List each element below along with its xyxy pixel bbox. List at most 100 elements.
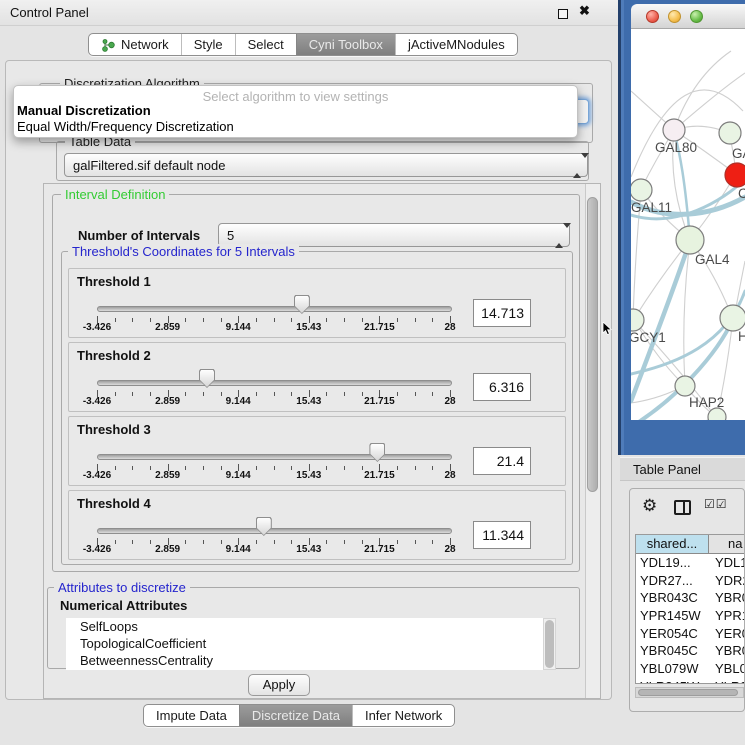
table-row[interactable]: YLR345WYLR345W	[636, 678, 744, 684]
threshold-2-value-input[interactable]: 6.316	[473, 373, 531, 401]
table-row[interactable]: YDR27...YDR27...	[636, 572, 744, 590]
tick-label: -3.426	[83, 544, 111, 555]
tab-network[interactable]: Network	[89, 34, 181, 55]
node-ga[interactable]	[719, 122, 741, 144]
tab-label: jActiveMNodules	[408, 37, 505, 52]
tab-cyni-toolbox[interactable]: Cyni Toolbox	[296, 34, 395, 55]
cell-shared-name[interactable]: YER054C	[636, 625, 709, 643]
edge[interactable]	[674, 51, 731, 130]
attribute-item[interactable]: BetweennessCentrality	[66, 652, 543, 669]
slider-track[interactable]	[97, 454, 452, 460]
slider-tick	[256, 392, 257, 396]
node[interactable]	[708, 408, 726, 420]
scrollbar-thumb[interactable]	[587, 197, 598, 492]
network-canvas[interactable]: GAL80GACGAL11GAL4GCY1HHAP2	[631, 29, 745, 420]
node-h[interactable]	[720, 305, 745, 331]
table-row[interactable]: YPR145WYPR145W	[636, 607, 744, 625]
cell-name[interactable]: YLR345W	[709, 678, 744, 684]
threshold-1-value-input[interactable]: 14.713	[473, 299, 531, 327]
dropdown-option-manual[interactable]: Manual Discretization	[14, 103, 577, 119]
checkbox-filter-icon[interactable]: ☑☑	[704, 497, 728, 511]
attribute-item[interactable]: TopologicalCoefficient	[66, 635, 543, 652]
node-gal80[interactable]	[663, 119, 685, 141]
gear-icon[interactable]: ⚙	[642, 496, 657, 516]
tab-discretize-data[interactable]: Discretize Data	[239, 705, 352, 726]
threshold-4-value-input[interactable]: 11.344	[473, 521, 531, 549]
slider-tick	[115, 466, 116, 470]
table-panel-titlebar: Table Panel	[620, 457, 745, 481]
edge[interactable]	[674, 73, 745, 130]
network-view-window[interactable]: GAL80GACGAL11GAL4GCY1HHAP2	[618, 0, 745, 455]
split-columns-icon[interactable]	[674, 500, 691, 515]
horizontal-scrollbar[interactable]	[635, 687, 744, 698]
table-row[interactable]: YER054CYER054C	[636, 625, 744, 643]
slider-tick	[203, 392, 204, 396]
attribute-list[interactable]: SelfLoopsTopologicalCoefficientBetweenne…	[66, 618, 543, 670]
tab-style[interactable]: Style	[181, 34, 235, 55]
cell-shared-name[interactable]: YBL079W	[636, 660, 709, 678]
cell-shared-name[interactable]: YBR043C	[636, 589, 709, 607]
cell-name[interactable]: YBR045C	[709, 642, 744, 660]
mac-zoom-icon[interactable]	[690, 10, 703, 23]
cell-shared-name[interactable]: YDL19...	[636, 554, 709, 572]
threshold-3-value-input[interactable]: 21.4	[473, 447, 531, 475]
node-gal4[interactable]	[676, 226, 704, 254]
apply-button[interactable]: Apply	[248, 674, 310, 696]
cell-shared-name[interactable]: YLR345W	[636, 678, 709, 684]
slider-tick	[362, 540, 363, 544]
combo-stepper-icon[interactable]	[555, 228, 564, 243]
column-header-name[interactable]: na	[709, 535, 744, 553]
num-intervals-label: Number of Intervals	[78, 228, 200, 243]
cell-shared-name[interactable]: YDR27...	[636, 572, 709, 590]
node-gal11[interactable]	[631, 179, 652, 201]
table-data-combobox[interactable]: galFiltered.sif default node	[64, 153, 588, 177]
node-c[interactable]	[725, 163, 745, 187]
num-intervals-value: 5	[227, 228, 234, 243]
column-header-shared-name[interactable]: shared...	[636, 535, 709, 553]
tab-impute-data[interactable]: Impute Data	[144, 705, 239, 726]
cell-shared-name[interactable]: YPR145W	[636, 607, 709, 625]
tab-jactivemnodules[interactable]: jActiveMNodules	[395, 34, 517, 55]
scrollbar-thumb[interactable]	[638, 689, 738, 696]
mac-minimize-icon[interactable]	[668, 10, 681, 23]
slider-track[interactable]	[97, 306, 452, 312]
cell-name[interactable]: YPR145W	[709, 607, 744, 625]
vertical-scrollbar[interactable]	[585, 184, 600, 698]
dropdown-option-equal-width[interactable]: Equal Width/Frequency Discretization	[14, 119, 577, 135]
slider-tick	[115, 318, 116, 322]
tab-select[interactable]: Select	[235, 34, 296, 55]
table-header[interactable]: shared... na	[636, 535, 744, 554]
cell-name[interactable]: YDR27...	[709, 572, 744, 590]
table-row[interactable]: YBR043CYBR043C	[636, 589, 744, 607]
edge[interactable]	[639, 417, 716, 420]
slider-track[interactable]	[97, 528, 452, 534]
table-row[interactable]: YDL19...YDL19...	[636, 554, 744, 572]
node-table[interactable]: shared... na YDL19...YDL19...YDR27...YDR…	[635, 534, 744, 684]
node-hap2[interactable]	[675, 376, 695, 396]
node-gcy1[interactable]	[631, 309, 644, 331]
float-window-icon[interactable]	[558, 9, 568, 19]
close-icon[interactable]: ✖	[579, 3, 590, 19]
combo-stepper-icon[interactable]	[573, 158, 582, 173]
cell-name[interactable]: YER054C	[709, 625, 744, 643]
attribute-list-scrollbar[interactable]	[543, 618, 556, 670]
network-window-titlebar[interactable]	[631, 4, 745, 29]
table-panel: ⚙ ☑☑ shared... na YDL19...YDL19...YDR27.…	[629, 488, 745, 712]
scrollbar-thumb[interactable]	[545, 620, 554, 668]
cell-name[interactable]: YBR043C	[709, 589, 744, 607]
slider-track[interactable]	[97, 380, 452, 386]
cell-name[interactable]: YBL079W	[709, 660, 744, 678]
tick-label: 15.43	[296, 544, 321, 555]
table-row[interactable]: YBR045CYBR045C	[636, 642, 744, 660]
slider-tick	[326, 466, 327, 470]
network-graph[interactable]: GAL80GACGAL11GAL4GCY1HHAP2	[631, 29, 745, 420]
slider-tick	[115, 392, 116, 396]
mac-close-icon[interactable]	[646, 10, 659, 23]
tab-infer-network[interactable]: Infer Network	[352, 705, 454, 726]
cyni-toolbox-panel: Discretization Algorithm Select algorith…	[5, 60, 612, 700]
cell-shared-name[interactable]: YBR045C	[636, 642, 709, 660]
attribute-item[interactable]: SelfLoops	[66, 618, 543, 635]
cell-name[interactable]: YDL19...	[709, 554, 744, 572]
table-row[interactable]: YBL079WYBL079W	[636, 660, 744, 678]
slider-tick	[132, 540, 133, 544]
